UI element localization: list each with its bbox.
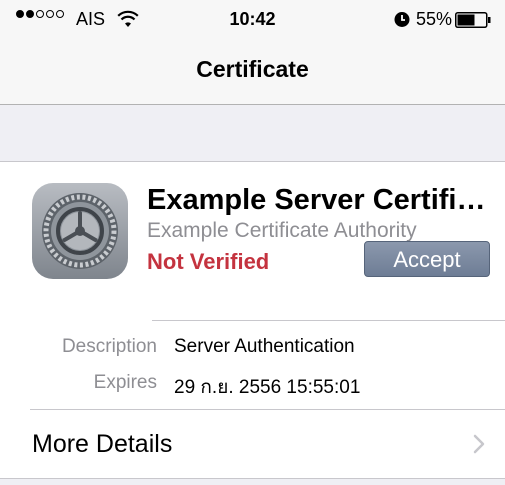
battery-percent: 55% xyxy=(416,9,453,29)
certificate-issuer: Example Certificate Authority xyxy=(147,219,417,242)
verification-status: Not Verified xyxy=(147,249,270,274)
status-bar: AIS 10:42 55% xyxy=(0,0,505,40)
more-details-row[interactable]: More Details xyxy=(0,410,505,478)
section-spacer xyxy=(0,105,505,162)
top-bar: AIS 10:42 55% Certificate xyxy=(0,0,505,105)
alarm-icon xyxy=(394,12,410,27)
description-label: Description xyxy=(61,336,157,357)
divider xyxy=(152,320,505,321)
more-details-label: More Details xyxy=(32,430,173,458)
description-value: Server Authentication xyxy=(174,336,355,357)
chevron-right-icon xyxy=(473,434,485,454)
certificate-name: Example Server Certificate xyxy=(147,184,495,216)
settings-gear-icon xyxy=(32,183,128,279)
battery-icon xyxy=(455,12,491,28)
expires-label: Expires xyxy=(93,372,157,393)
expires-value: 29 ก.ย. 2556 15:55:01 xyxy=(174,377,361,398)
accept-button[interactable]: Accept xyxy=(364,241,490,277)
page-title: Certificate xyxy=(196,56,309,82)
